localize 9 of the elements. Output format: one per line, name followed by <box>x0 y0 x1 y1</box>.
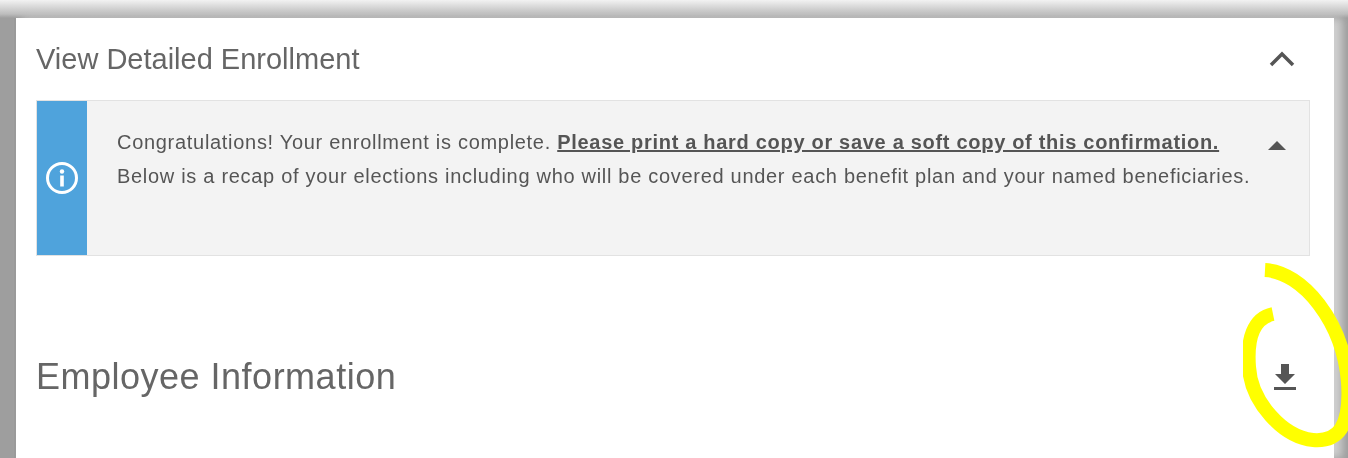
alert-message: Congratulations! Your enrollment is complete. Please print a hard copy or save a soft copy of this confirmation. Below is a recap of your elections including who will be covered under each benefit plan and your named beneficiaries. <box>117 130 1252 189</box>
info-icon <box>45 161 79 195</box>
alert-toggle-button[interactable] <box>1267 139 1287 151</box>
chevron-icon <box>1268 50 1296 68</box>
section-title: Employee Information <box>36 356 397 398</box>
print-link[interactable]: Please print a hard copy or save a soft copy of this confirmation. <box>557 131 1220 153</box>
caret-icon <box>1267 139 1287 151</box>
download-icon <box>1272 362 1298 392</box>
panel-title: View Detailed Enrollment <box>36 42 360 76</box>
